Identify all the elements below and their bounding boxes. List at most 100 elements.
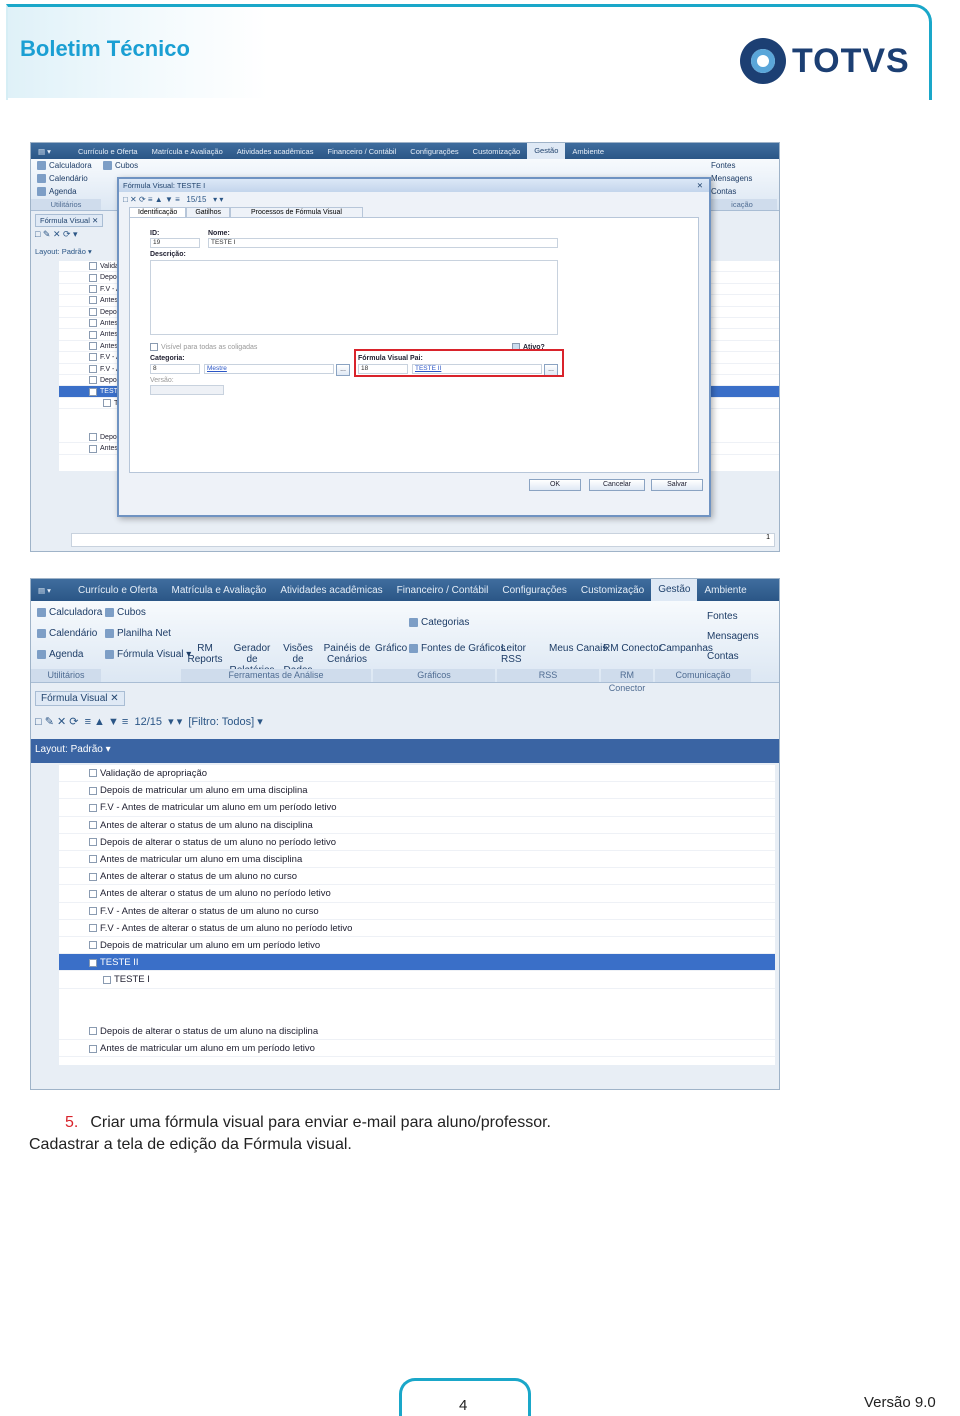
ribbon-fontes-graficos[interactable]: Fontes de Gráficos [409, 643, 505, 654]
tree-row[interactable]: Antes de matricular um aluno em uma disc… [59, 851, 775, 869]
checkbox-icon[interactable] [89, 273, 97, 282]
tree-row[interactable]: Antes de matricular um aluno em um perío… [59, 1040, 775, 1058]
tab-customizacao[interactable]: Customização [574, 585, 651, 596]
tab-curriculo[interactable]: Currículo e Oferta [71, 585, 164, 596]
checkbox-icon[interactable] [89, 364, 97, 373]
id-field[interactable]: 19 [150, 238, 200, 248]
checkbox-icon[interactable] [89, 376, 97, 385]
ribbon-cubos[interactable]: Cubos [103, 161, 138, 171]
ribbon-rm-conector[interactable]: RM Conector [603, 643, 662, 654]
tree-row[interactable]: F.V - Antes de alterar o status de um al… [59, 903, 775, 920]
ribbon-paineis-cenarios[interactable]: Painéis de Cenários [323, 643, 371, 665]
ribbon-categorias[interactable]: Categorias [409, 617, 469, 628]
checkbox-icon[interactable] [89, 786, 97, 795]
ribbon-mensagens[interactable]: Mensagens [711, 174, 752, 183]
checkbox-icon[interactable] [89, 821, 97, 830]
ribbon-calendario[interactable]: Calendário [37, 174, 88, 184]
checkbox-icon[interactable] [89, 319, 97, 328]
category-lookup-button[interactable]: ... [336, 364, 350, 376]
ribbon-grafico[interactable]: Gráfico [375, 643, 407, 654]
app-menu-button[interactable]: ▤ ▾ [31, 147, 71, 156]
tree-row[interactable]: Depois de matricular um aluno em um perí… [59, 937, 775, 955]
checkbox-icon[interactable] [89, 872, 97, 881]
layout-selector[interactable]: Layout: Padrão ▾ [35, 247, 92, 256]
layout-selector[interactable]: Layout: Padrão ▾ [35, 744, 111, 755]
ribbon-contas[interactable]: Contas [711, 187, 736, 196]
checkbox-icon[interactable] [89, 958, 97, 967]
ribbon-calculadora[interactable]: Calculadora [37, 607, 102, 618]
tree-row[interactable]: Antes de alterar o status de um aluno no… [59, 868, 775, 886]
tree-row[interactable]: Depois de matricular um aluno em uma dis… [59, 782, 775, 800]
ribbon-planilha[interactable]: Planilha Net [105, 628, 171, 639]
checkbox-icon[interactable] [89, 924, 97, 933]
visible-checkbox[interactable]: Visível para todas as coligadas [150, 343, 257, 351]
tree-row[interactable]: Antes de alterar o status de um aluno no… [59, 885, 775, 903]
checkbox-icon[interactable] [89, 1027, 97, 1036]
category-id-field[interactable]: 8 [150, 364, 200, 374]
close-icon[interactable]: ✕ [697, 179, 703, 192]
checkbox-icon[interactable] [89, 433, 97, 442]
checkbox-icon[interactable] [89, 262, 97, 271]
cancel-button[interactable]: Cancelar [589, 479, 645, 491]
ribbon-fontes[interactable]: Fontes [711, 161, 735, 170]
ribbon-mensagens[interactable]: Mensagens [707, 631, 759, 642]
ribbon-agenda[interactable]: Agenda [37, 649, 83, 660]
tab-customizacao[interactable]: Customização [466, 147, 528, 156]
checkbox-icon[interactable] [89, 330, 97, 339]
checkbox-icon[interactable] [89, 769, 97, 778]
description-field[interactable] [150, 260, 558, 335]
app-menu-button[interactable]: ▤ ▾ [31, 586, 71, 595]
ribbon-calendario[interactable]: Calendário [37, 628, 97, 639]
ribbon-campanhas[interactable]: Campanhas [659, 643, 713, 654]
checkbox-icon[interactable] [89, 838, 97, 847]
tab-configuracoes[interactable]: Configurações [403, 147, 465, 156]
checkbox-icon[interactable] [103, 398, 111, 407]
panel-tab-formula-visual[interactable]: Fórmula Visual ✕ [35, 214, 104, 227]
checkbox-icon[interactable] [89, 855, 97, 864]
checkbox-icon[interactable] [89, 353, 97, 362]
tab-gestao[interactable]: Gestão [651, 579, 698, 601]
checkbox-icon[interactable] [89, 387, 97, 396]
tab-ambiente[interactable]: Ambiente [565, 147, 611, 156]
category-name-field[interactable]: Mestre [204, 364, 334, 374]
tab-matricula[interactable]: Matrícula e Avaliação [164, 585, 273, 596]
ribbon-rm-reports[interactable]: RM Reports [183, 643, 227, 665]
ribbon-calculadora[interactable]: Calculadora [37, 161, 92, 171]
checkbox-icon[interactable] [103, 975, 111, 984]
checkbox-icon[interactable] [89, 307, 97, 316]
checkbox-icon[interactable] [89, 941, 97, 950]
save-button[interactable]: Salvar [651, 479, 703, 491]
ok-button[interactable]: OK [529, 479, 581, 491]
tab-ambiente[interactable]: Ambiente [697, 585, 753, 596]
tree-row[interactable]: Depois de alterar o status de um aluno n… [59, 1023, 775, 1041]
ribbon-fontes[interactable]: Fontes [707, 611, 738, 622]
ribbon-meus-canais[interactable]: Meus Canais [549, 643, 607, 654]
tree-row[interactable]: Antes de alterar o status de um aluno na… [59, 817, 775, 834]
ribbon-leitor-rss[interactable]: Leitor RSS [501, 643, 529, 665]
tab-curriculo[interactable]: Currículo e Oferta [71, 147, 145, 156]
name-field[interactable]: TESTE I [208, 238, 558, 248]
ribbon-cubos[interactable]: Cubos [105, 607, 146, 618]
tree-row[interactable]: TESTE I [59, 971, 775, 989]
tab-financeiro[interactable]: Financeiro / Contábil [320, 147, 403, 156]
checkbox-icon[interactable] [89, 889, 97, 898]
tree-row[interactable]: Depois de alterar o status de um aluno n… [59, 834, 775, 851]
tab-gestao[interactable]: Gestão [527, 143, 566, 159]
tree-row[interactable]: F.V - Antes de matricular um aluno em um… [59, 799, 775, 817]
panel-tab-formula-visual[interactable]: Fórmula Visual ✕ [35, 691, 125, 706]
ribbon-contas[interactable]: Contas [707, 651, 739, 662]
ribbon-formula-visual[interactable]: Fórmula Visual ▾ [105, 649, 191, 660]
tab-atividades[interactable]: Atividades acadêmicas [230, 147, 321, 156]
checkbox-icon[interactable] [89, 907, 97, 916]
checkbox-icon[interactable] [89, 341, 97, 350]
checkbox-icon[interactable] [89, 803, 97, 812]
tab-financeiro[interactable]: Financeiro / Contábil [390, 585, 496, 596]
tree-row[interactable]: TESTE II [59, 954, 775, 972]
checkbox-icon[interactable] [89, 1044, 97, 1053]
checkbox-icon[interactable] [89, 296, 97, 305]
checkbox-icon[interactable] [89, 444, 97, 453]
tree-row[interactable]: Validação de apropriação [59, 765, 775, 783]
tab-matricula[interactable]: Matrícula e Avaliação [145, 147, 230, 156]
checkbox-icon[interactable] [89, 284, 97, 293]
tree-row[interactable]: F.V - Antes de alterar o status de um al… [59, 920, 775, 937]
